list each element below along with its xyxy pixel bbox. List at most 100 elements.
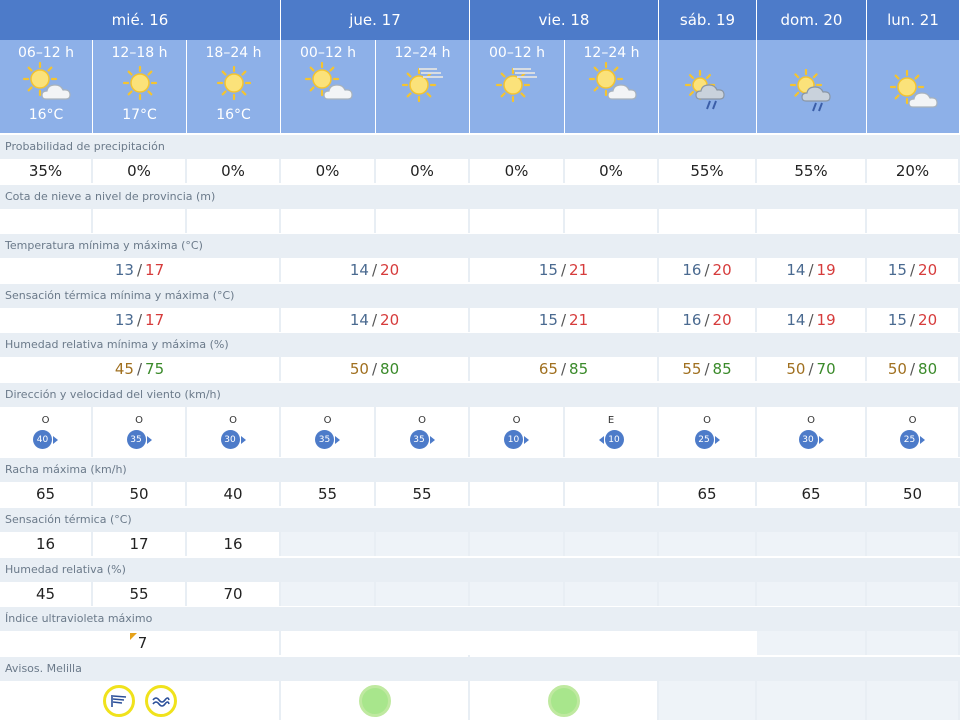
humidity-range-max: 80 [918,360,938,378]
cloud-rain-icon [680,69,736,113]
empty-cell [659,582,757,606]
separator: / [704,311,710,329]
temp-range-min: 16 [682,261,702,279]
wind-speed: 35 [126,430,146,449]
humidity-range: 65/85 [470,357,659,381]
uv-value: 7 [137,634,148,652]
wind-speed: 35 [315,430,334,449]
sun-cloud-icon [885,69,941,113]
separator: / [371,360,378,378]
no-warning-icon[interactable] [547,684,580,717]
gust-value [565,482,659,506]
precip-value: 35% [0,159,93,183]
temp-label: Temperatura mínima y máxima (°C) [0,234,960,258]
snow-value [0,209,93,233]
wind-speed: 35 [409,430,429,449]
period-header[interactable]: 12–18 h 17°C [93,40,187,133]
period-temperature: 17°C [122,107,157,123]
alerts-cell [0,681,281,720]
feels-like-value: 16 [187,532,281,556]
arrow-tip [818,435,824,444]
coastal-warning-icon[interactable] [144,684,177,717]
wind-direction: O [135,415,143,426]
precip-value: 20% [867,159,960,183]
temp-range: 15/21 [470,258,659,282]
empty-cell [281,582,376,606]
wind-speed: 10 [504,430,523,449]
wind-speed: 40 [33,430,52,449]
precip-label: Probabilidad de precipitación [0,135,960,159]
period-header[interactable]: 12–24 h [565,40,659,133]
precip-value: 0% [281,159,376,183]
empty-cell [470,532,565,556]
empty-cell [281,532,376,556]
temp-range-min: 15 [538,261,558,279]
snow-value [187,209,281,233]
separator: / [909,261,916,279]
period-header[interactable] [867,40,960,133]
rel-humidity-value: 55 [93,582,187,606]
gust-value: 65 [659,482,757,506]
empty-cell [376,532,470,556]
separator: / [909,360,916,378]
day-header[interactable]: mié. 16 [0,0,281,40]
period-temperature: 16°C [28,107,64,123]
separator: / [560,360,567,378]
arrow-tip [335,435,340,444]
day-header[interactable]: lun. 21 [867,0,960,40]
separator: / [371,261,378,279]
period-header[interactable]: 00–12 h [281,40,376,133]
day-header[interactable]: vie. 18 [470,0,659,40]
period-header[interactable]: 06–12 h 16°C [0,40,93,133]
precip-value: 55% [659,159,757,183]
empty-cell [659,532,757,556]
wind-speed: 25 [900,430,919,449]
humidity-range-max: 85 [569,360,589,378]
humidity-range: 50/70 [757,357,867,381]
humidity-range-max: 70 [816,360,836,378]
period-header[interactable]: 00–12 h [470,40,565,133]
wind-cell: O 35 [93,407,187,457]
snow-value [470,209,565,233]
separator: / [909,311,916,329]
day-header[interactable]: sáb. 19 [659,0,757,40]
snow-value [281,209,376,233]
feel-range: 15/20 [867,308,960,332]
rel-humidity-label: Humedad relativa (%) [0,558,960,582]
period-header[interactable] [757,40,867,133]
wind-arrow-right-icon: 35 [315,430,340,449]
empty-cell [757,582,867,606]
empty-cell [757,532,867,556]
feel-range: 16/20 [659,308,757,332]
feel-range: 13/17 [0,308,281,332]
wind-label: Dirección y velocidad del viento (km/h) [0,383,960,407]
day-header[interactable]: dom. 20 [757,0,867,40]
arrow-tip [714,435,720,444]
wind-direction: O [807,415,815,426]
period-header[interactable] [659,40,757,133]
wind-cell: O 35 [376,407,470,457]
period-label: 00–12 h [300,45,356,61]
sun-cloud-rain-icon [784,68,840,113]
separator: / [136,360,143,378]
sun-haze-icon [395,61,451,105]
wind-warning-icon[interactable] [102,684,135,717]
no-warning-icon[interactable] [358,684,391,717]
empty-cell [867,631,960,655]
period-header[interactable]: 18–24 h 16°C [187,40,281,133]
period-header[interactable]: 12–24 h [376,40,470,133]
period-label: 18–24 h [205,45,262,61]
wind-cell: E 10 [565,407,659,457]
day-header[interactable]: jue. 17 [281,0,470,40]
snow-value [659,209,757,233]
humidity-range-min: 50 [786,360,806,378]
temp-range-max: 20 [918,261,938,279]
alerts-cell [470,681,659,720]
empty-cell [565,532,659,556]
feel-range-max: 19 [816,311,836,329]
wind-speed: 30 [220,430,240,449]
wind-direction: O [512,415,521,426]
precip-value: 0% [565,159,659,183]
sun-cloud-icon [584,61,640,105]
alerts-label: Avisos. Melilla [0,657,960,681]
